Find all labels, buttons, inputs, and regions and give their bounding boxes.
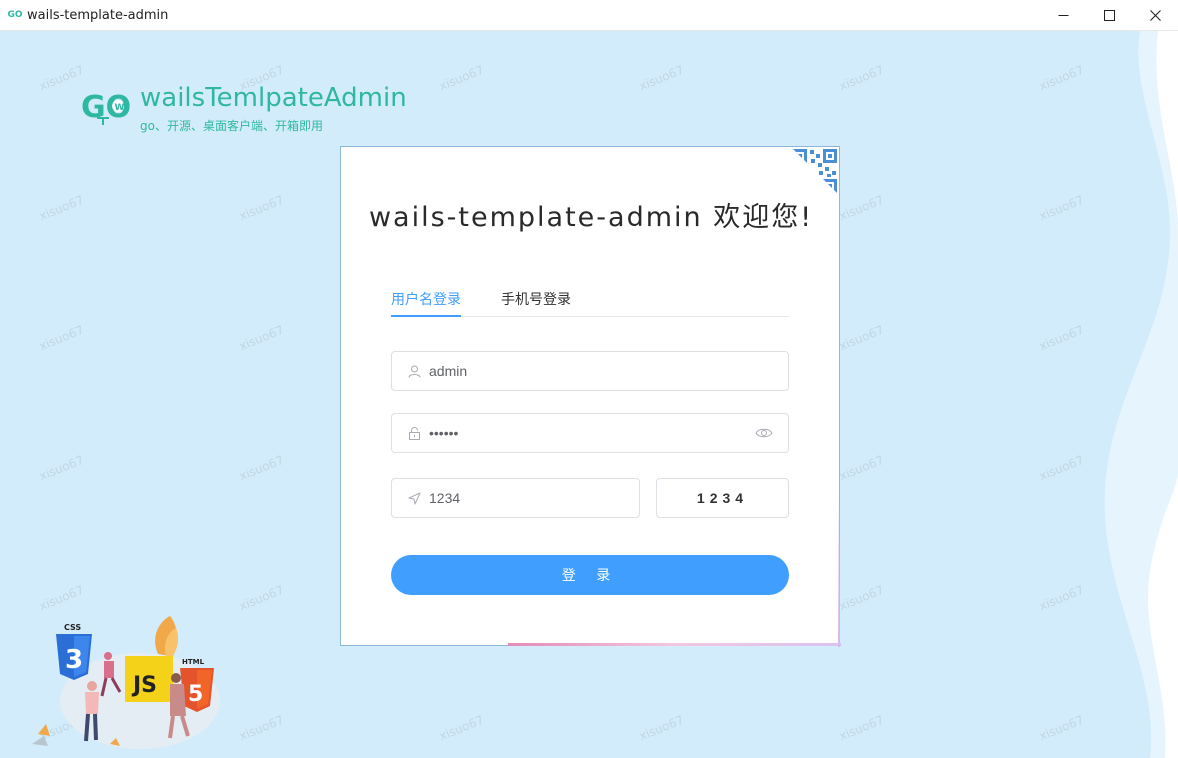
- close-icon: [1149, 10, 1161, 21]
- eye-icon[interactable]: [755, 426, 773, 440]
- maximize-icon: [1103, 10, 1115, 21]
- svg-text:W: W: [115, 103, 125, 113]
- login-button[interactable]: 登 录: [391, 555, 789, 595]
- svg-text:5: 5: [188, 682, 203, 707]
- brand-name: wailsTemlpateAdmin: [140, 83, 407, 113]
- app-background: xisuo67 xisuo67 xisuo67 xisuo67 xisuo67 xisuo…: [0, 31, 1178, 758]
- css-badge-icon: CSS 3: [56, 623, 92, 680]
- svg-text:CSS: CSS: [64, 623, 81, 632]
- username-input[interactable]: [429, 363, 788, 379]
- qr-code-login-icon[interactable]: [791, 147, 839, 195]
- window-title: wails-template-admin: [27, 7, 169, 23]
- user-icon: [407, 364, 421, 378]
- active-tab-indicator: [391, 315, 461, 317]
- svg-text:JS: JS: [131, 673, 157, 698]
- username-field[interactable]: [391, 351, 789, 391]
- card-accent-right: [838, 487, 840, 647]
- lock-icon: [407, 426, 421, 440]
- login-tabs: 用户名登录 手机号登录: [391, 287, 789, 317]
- brand-logo-icon: GO W: [81, 90, 131, 125]
- close-button[interactable]: [1132, 0, 1178, 31]
- navigation-icon: [407, 491, 421, 505]
- web-tech-illustration: CSS 3 JS HTML 5: [32, 616, 220, 749]
- brand-subtitle: go、开源、桌面客户端、开箱即用: [140, 119, 323, 133]
- login-card: wails-template-admin 欢迎您! 用户名登录 手机号登录 ad…: [340, 146, 841, 647]
- app-logo-icon: GO: [7, 10, 23, 20]
- password-input[interactable]: [429, 425, 755, 441]
- captcha-input[interactable]: [429, 490, 639, 506]
- minimize-icon: [1058, 15, 1068, 16]
- svg-text:3: 3: [65, 645, 83, 675]
- password-field[interactable]: [391, 413, 789, 453]
- window-controls: [1040, 0, 1178, 31]
- minimize-button[interactable]: [1040, 0, 1086, 31]
- login-title: wails-template-admin 欢迎您!: [368, 202, 814, 233]
- card-accent-bottom: [508, 643, 841, 646]
- window-titlebar: GO wails-template-admin: [0, 0, 1178, 31]
- maximize-button[interactable]: [1086, 0, 1132, 31]
- tab-phone-login[interactable]: 手机号登录: [501, 289, 571, 309]
- captcha-image[interactable]: 1234: [656, 478, 789, 518]
- js-badge-icon: JS: [125, 656, 173, 702]
- captcha-field[interactable]: [391, 478, 640, 518]
- svg-text:HTML: HTML: [182, 658, 205, 666]
- tab-username-login[interactable]: 用户名登录: [391, 289, 461, 309]
